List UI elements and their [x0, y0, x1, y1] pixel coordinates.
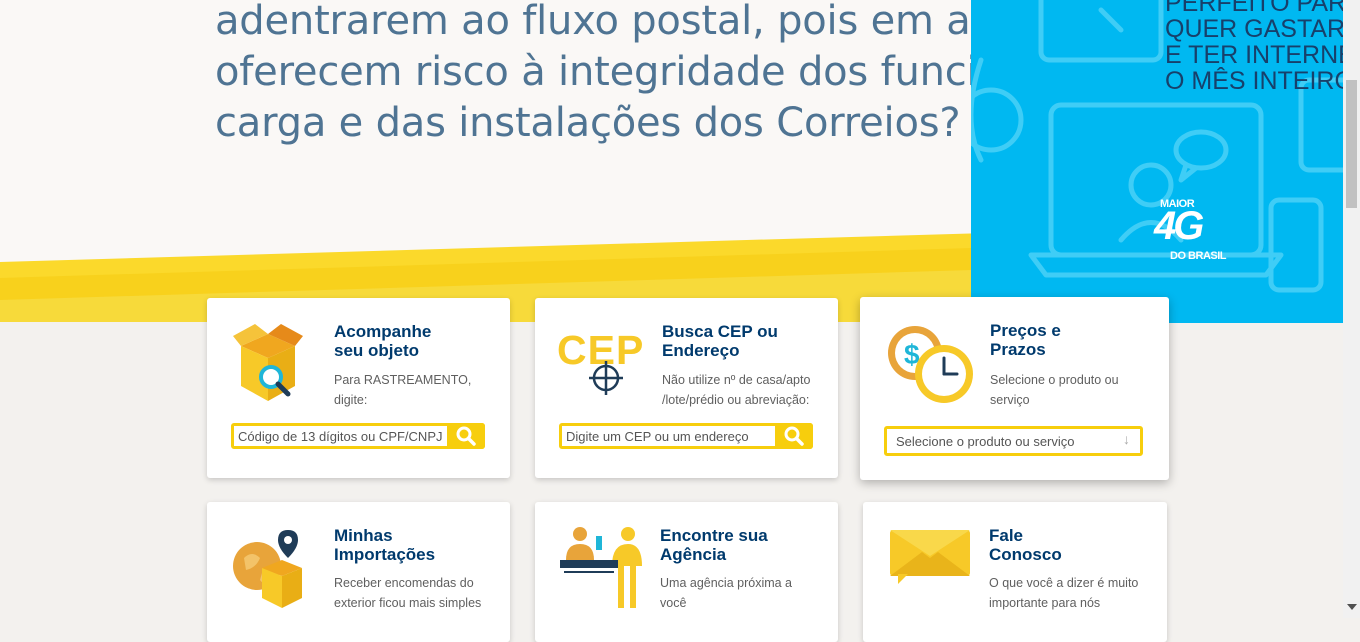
ad-line: O MÊS INTEIRO [1165, 67, 1343, 95]
hero-line: oferecem risco à integridade dos funcion… [215, 49, 975, 95]
search-icon [784, 426, 804, 446]
tracking-search-button[interactable] [447, 423, 485, 449]
cep-input[interactable] [566, 426, 776, 446]
hero-line: carga e das instalações dos Correios? [215, 100, 961, 146]
ad-headline: PERFEITO PARA QUER GASTAR P E TER INTERN… [1165, 0, 1343, 94]
card-description: Receber encomendas do exterior ficou mai… [334, 573, 481, 613]
envelope-chat-icon [890, 530, 970, 584]
card-desc-line: O que você a dizer é muito [989, 576, 1139, 590]
card-imports: Minhas Importações Receber encomendas do… [207, 502, 510, 642]
card-desc-line: /lote/prédio ou abreviação: [662, 393, 810, 407]
arrow-down-icon: ↓ [1123, 431, 1130, 447]
card-title-line: Conosco [989, 545, 1062, 564]
card-title-line: Agência [660, 545, 727, 564]
card-desc-line: Receber encomendas do [334, 576, 474, 590]
tracking-field [231, 423, 485, 449]
card-title[interactable]: Fale Conosco [989, 526, 1062, 564]
card-cep: CEP Busca CEP ou Endereço Não utilize nº… [535, 298, 838, 478]
logo-big-text: 4G [1154, 204, 1204, 248]
card-title-line: Fale [989, 526, 1024, 545]
card-title[interactable]: Encontre sua Agência [660, 526, 768, 564]
card-title[interactable]: Minhas Importações [334, 526, 435, 564]
card-title-line: Busca CEP ou [662, 322, 778, 341]
card-title-line: seu objeto [334, 341, 420, 360]
agency-counter-icon [560, 527, 642, 608]
card-description: Não utilize nº de casa/apto /lote/prédio… [662, 370, 810, 410]
card-tracking: Acompanhe seu objeto Para RASTREAMENTO, … [207, 298, 510, 478]
ad-line: QUER GASTAR P [1165, 15, 1343, 43]
cep-target-icon: CEP [557, 328, 652, 395]
card-title-line: Prazos [990, 340, 1046, 359]
card-description: Para RASTREAMENTO, digite: [334, 370, 471, 410]
scroll-down-arrow-icon[interactable] [1347, 604, 1357, 610]
card-desc-line: Para RASTREAMENTO, [334, 373, 472, 387]
scrollbar-thumb[interactable] [1346, 80, 1357, 208]
card-title[interactable]: Busca CEP ou Endereço [662, 322, 778, 360]
globe-box-pin-icon [233, 530, 302, 608]
logo-bottom-text: DO BRASIL [1170, 250, 1227, 262]
ad-line: PERFEITO PARA [1165, 0, 1343, 17]
card-description: Selecione o produto ou serviço [990, 370, 1119, 410]
card-description: O que você a dizer é muito importante pa… [989, 573, 1138, 613]
cep-field [559, 423, 813, 449]
card-desc-line: digite: [334, 393, 368, 407]
box-search-icon [233, 324, 303, 401]
hero-question-text: adentrarem ao fluxo postal, pois em algu… [215, 0, 975, 149]
hero-line: adentrarem ao fluxo postal, pois em algu… [215, 0, 975, 44]
card-title-line: Preços e [990, 321, 1061, 340]
card-title[interactable]: Acompanhe seu objeto [334, 322, 431, 360]
card-desc-line: Selecione o produto ou [990, 373, 1119, 387]
cep-search-button[interactable] [775, 423, 813, 449]
card-title[interactable]: Preços e Prazos [990, 321, 1061, 359]
card-title-line: Encontre sua [660, 526, 768, 545]
card-agency: Encontre sua Agência Uma agência próxima… [535, 502, 838, 642]
card-desc-line: Não utilize nº de casa/apto [662, 373, 811, 387]
tracking-input[interactable] [238, 426, 448, 446]
card-desc-line: Uma agência próxima a [660, 576, 793, 590]
advertisement-4g[interactable]: PERFEITO PARA QUER GASTAR P E TER INTERN… [971, 0, 1343, 323]
card-desc-line: você [660, 596, 687, 610]
search-icon [456, 426, 476, 446]
card-desc-line: exterior ficou mais simples [334, 596, 482, 610]
card-title-line: Minhas [334, 526, 393, 545]
card-title-line: Importações [334, 545, 436, 564]
card-prices: $ Preços e Prazos Selecione o produto ou… [860, 297, 1169, 480]
card-title-line: Acompanhe [334, 322, 432, 341]
card-desc-line: importante para nós [989, 596, 1101, 610]
coin-clock-icon: $ [888, 326, 973, 403]
card-description: Uma agência próxima a você [660, 573, 792, 613]
select-value: Selecione o produto ou serviço [896, 434, 1075, 449]
card-title-line: Endereço [662, 341, 740, 360]
product-select[interactable]: Selecione o produto ou serviço ↓ [884, 426, 1143, 456]
card-contact: Fale Conosco O que você a dizer é muito … [863, 502, 1167, 642]
card-desc-line: serviço [990, 393, 1030, 407]
ad-line: E TER INTERNET [1165, 41, 1343, 69]
